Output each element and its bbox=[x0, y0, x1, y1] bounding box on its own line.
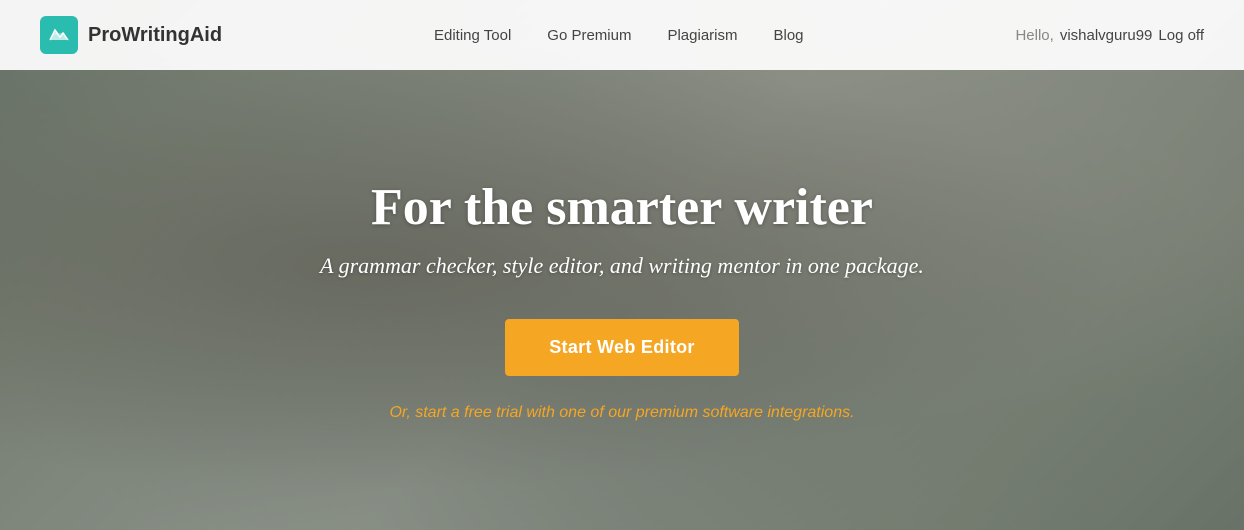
navbar: ProWritingAid Editing Tool Go Premium Pl… bbox=[0, 0, 1244, 70]
nav-hello-text: Hello, bbox=[1015, 27, 1053, 44]
nav-logoff-link[interactable]: Log off bbox=[1158, 27, 1204, 44]
hero-content: For the smarter writer A grammar checker… bbox=[0, 70, 1244, 530]
start-web-editor-button[interactable]: Start Web Editor bbox=[505, 319, 738, 376]
trial-text: Or, start a free trial with one of our p… bbox=[389, 404, 854, 422]
logo-svg bbox=[47, 23, 71, 47]
hero-section: ProWritingAid Editing Tool Go Premium Pl… bbox=[0, 0, 1244, 530]
nav-user-area: Hello, vishalvguru99 Log off bbox=[1015, 27, 1204, 44]
nav-plagiarism[interactable]: Plagiarism bbox=[667, 27, 737, 44]
logo-text: ProWritingAid bbox=[88, 24, 222, 47]
hero-title: For the smarter writer bbox=[371, 178, 873, 237]
nav-go-premium[interactable]: Go Premium bbox=[547, 27, 631, 44]
nav-editing-tool[interactable]: Editing Tool bbox=[434, 27, 511, 44]
logo-icon bbox=[40, 16, 78, 54]
nav-links: Editing Tool Go Premium Plagiarism Blog bbox=[434, 27, 804, 44]
nav-username: vishalvguru99 bbox=[1060, 27, 1153, 44]
logo-area: ProWritingAid bbox=[40, 16, 222, 54]
hero-subtitle: A grammar checker, style editor, and wri… bbox=[320, 253, 924, 279]
nav-blog[interactable]: Blog bbox=[774, 27, 804, 44]
